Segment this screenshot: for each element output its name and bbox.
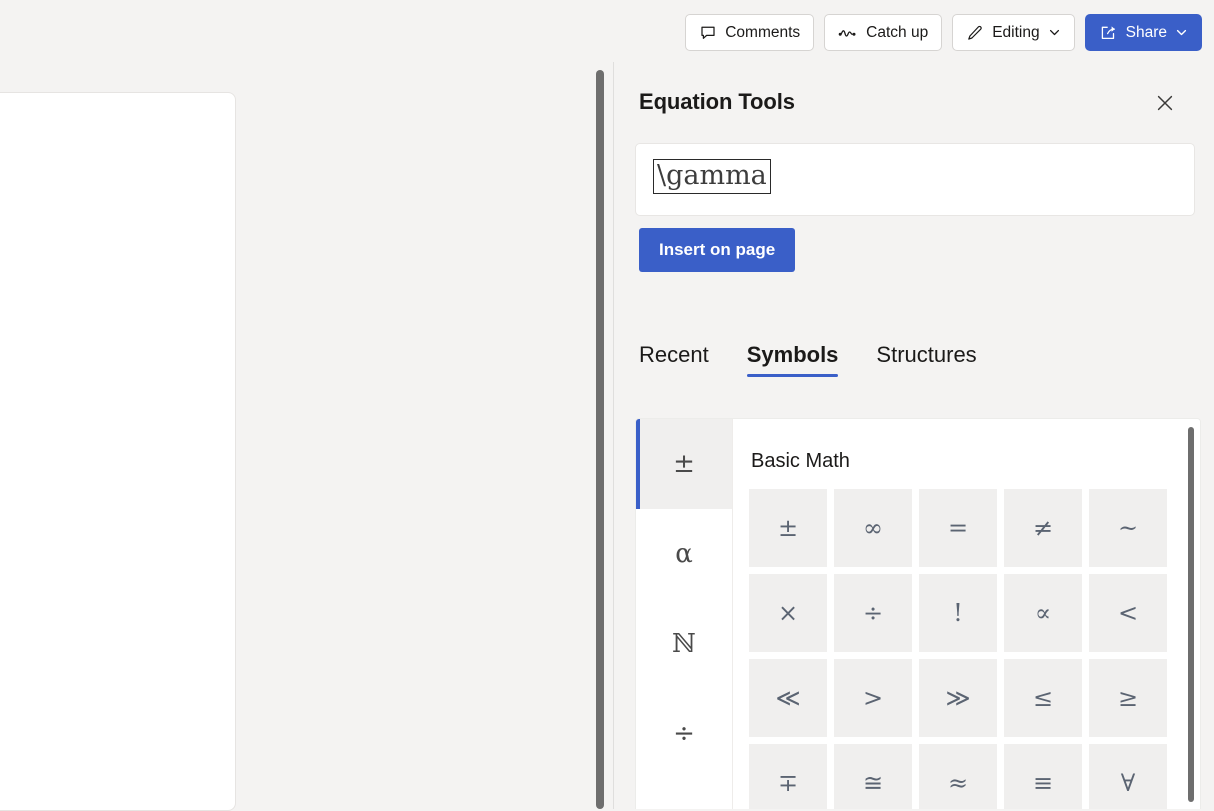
symbol-cell[interactable]: ≡ [1004,744,1082,809]
tab-recent[interactable]: Recent [639,342,709,377]
comments-button[interactable]: Comments [685,14,815,51]
symbol-cell[interactable]: < [1089,574,1167,652]
symbol-grid-scrollbar[interactable] [1186,427,1196,802]
symbol-cell[interactable]: ≠ [1004,489,1082,567]
equation-input-value[interactable]: \gamma [653,159,771,194]
symbol-cell[interactable]: > [834,659,912,737]
symbols-area: ± α ℕ ÷ Basic Math ± ∞ = ≠ ~ × ÷ ! ∝ < ≪… [635,418,1201,809]
equation-tools-pane: Equation Tools \gamma Insert on page Rec… [614,62,1214,809]
symbol-cell[interactable]: ≅ [834,744,912,809]
symbol-category-letter-like-symbols[interactable]: ℕ [636,599,732,689]
tab-symbols[interactable]: Symbols [746,342,838,377]
share-button-label: Share [1125,23,1167,41]
insert-on-page-button[interactable]: Insert on page [639,228,796,272]
document-page[interactable] [0,92,236,811]
page-title: Equation Tools [639,89,795,114]
symbol-cell[interactable]: ∝ [1004,574,1082,652]
symbol-cell[interactable]: ≪ [749,659,827,737]
symbol-cell[interactable]: × [749,574,827,652]
editing-mode-button[interactable]: Editing [952,14,1075,51]
symbol-group-title: Basic Math [751,450,850,472]
symbol-cell[interactable]: ± [749,489,827,567]
app-root: Comments Catch up Editing Share Equation… [0,0,1214,811]
symbol-cell[interactable]: ≈ [919,744,997,809]
symbol-grid-panel: Basic Math ± ∞ = ≠ ~ × ÷ ! ∝ < ≪ > ≫ ≤ ≥ [733,419,1200,809]
command-bar: Comments Catch up Editing Share [614,0,1214,62]
tab-structures[interactable]: Structures [876,342,976,377]
symbol-cell[interactable]: ∞ [834,489,912,567]
document-workspace [0,0,614,811]
symbol-cell[interactable]: ∀ [1089,744,1167,809]
share-button[interactable]: Share [1084,14,1202,51]
comments-button-label: Comments [725,23,801,41]
symbol-cell[interactable]: ~ [1089,489,1167,567]
pane-header: Equation Tools [639,89,1189,121]
symbol-cell[interactable]: ≫ [919,659,997,737]
symbol-cell[interactable]: = [919,489,997,567]
symbol-category-operators[interactable]: ÷ [636,689,732,779]
chevron-down-icon [1048,26,1061,39]
share-icon [1099,24,1118,42]
symbol-cell[interactable]: ! [919,574,997,652]
document-top-strip [0,0,614,92]
symbol-grid: ± ∞ = ≠ ~ × ÷ ! ∝ < ≪ > ≫ ≤ ≥ ∓ ≅ ≈ ≡ ∀ [749,489,1167,809]
symbol-cell[interactable]: ≤ [1004,659,1082,737]
chevron-down-icon [1175,26,1188,39]
catchup-wave-icon [838,24,858,42]
command-bar-buttons: Comments Catch up Editing Share [685,14,1202,51]
comment-icon [699,24,717,42]
document-scrollbar-thumb[interactable] [596,70,604,809]
editing-mode-button-label: Editing [992,23,1040,41]
symbol-category-basic-math[interactable]: ± [636,419,732,509]
symbol-cell[interactable]: ÷ [834,574,912,652]
catch-up-button[interactable]: Catch up [824,14,943,51]
symbol-tabs: Recent Symbols Structures [639,342,977,377]
pencil-icon [966,24,984,42]
symbol-category-rail: ± α ℕ ÷ [636,419,733,809]
symbol-cell[interactable]: ≥ [1089,659,1167,737]
symbol-category-greek-letters[interactable]: α [636,509,732,599]
document-scrollbar[interactable] [594,62,608,809]
close-icon[interactable] [1147,85,1183,121]
equation-input[interactable]: \gamma [635,143,1195,216]
catch-up-button-label: Catch up [866,23,929,41]
symbol-cell[interactable]: ∓ [749,744,827,809]
symbol-grid-scrollbar-thumb[interactable] [1188,427,1194,802]
